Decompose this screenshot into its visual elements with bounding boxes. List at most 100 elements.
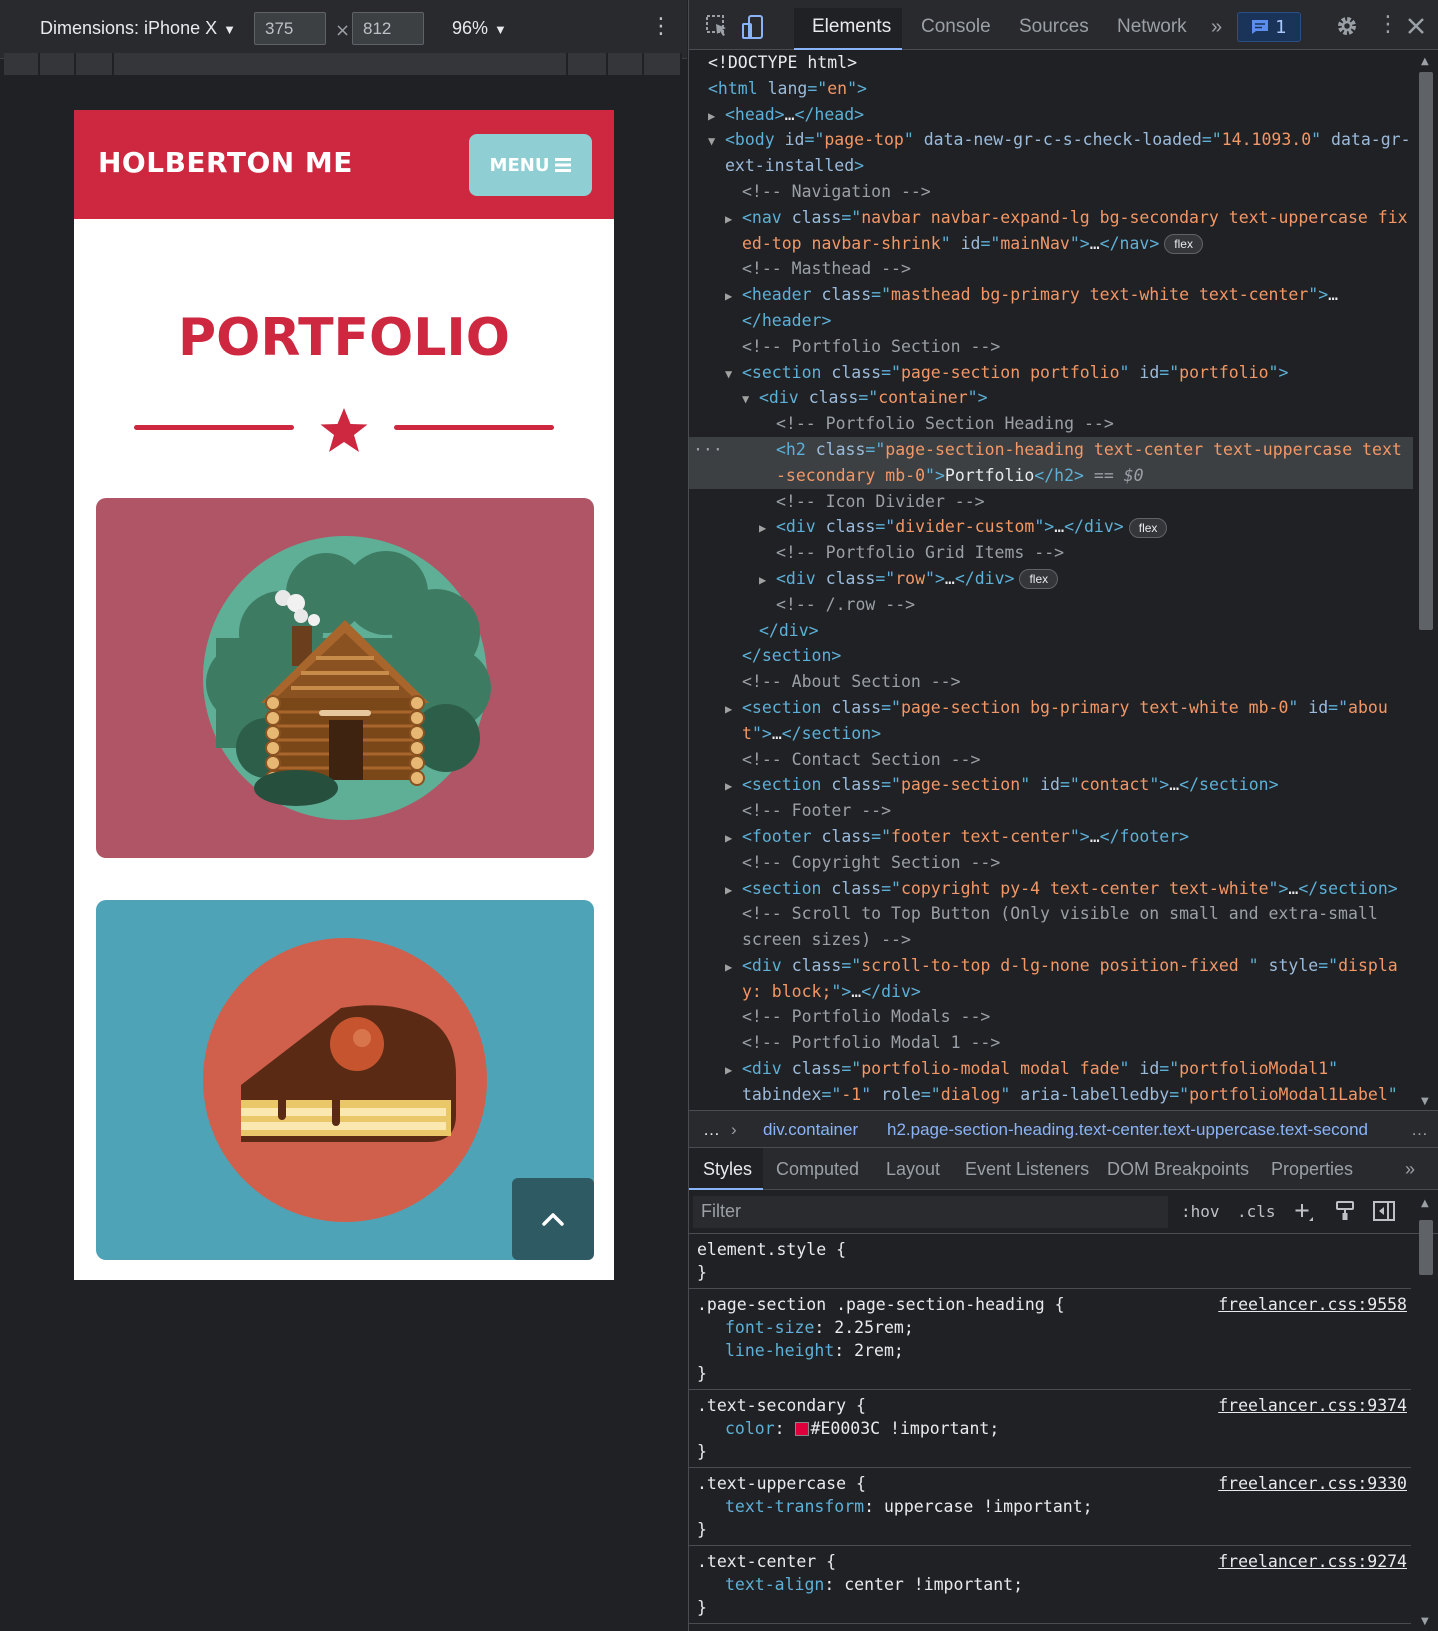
site-brand[interactable]: HOLBERTON ME (98, 146, 353, 179)
expand-arrow-icon[interactable]: ▶ (725, 697, 742, 723)
zoom-select[interactable]: 96% ▼ (452, 18, 507, 39)
css-rule[interactable]: .text-center {freelancer.css:9274 text-al… (689, 1546, 1411, 1624)
expand-arrow-icon[interactable]: ▶ (708, 104, 725, 130)
dom-node-line[interactable]: t">…</section> (689, 721, 1413, 747)
scroll-up-icon[interactable]: ▲ (1421, 56, 1429, 67)
css-source-link[interactable]: freelancer.css:9274 (1218, 1550, 1407, 1573)
device-select[interactable]: Dimensions: iPhone X ▼ (40, 18, 236, 39)
css-source-link[interactable]: freelancer.css:9330 (1218, 1472, 1407, 1495)
dom-node-line[interactable]: ▶ <div class="portfolio-modal modal fade"… (689, 1056, 1413, 1082)
hov-toggle[interactable]: :hov (1181, 1202, 1220, 1221)
dom-node-line[interactable]: <!-- /.row --> (689, 592, 1413, 618)
dom-node-line[interactable]: screen sizes) --> (689, 927, 1413, 953)
expand-arrow-icon[interactable]: ▶ (725, 284, 742, 310)
close-icon[interactable] (1407, 17, 1425, 35)
expand-arrow-icon[interactable]: ▶ (725, 207, 742, 233)
css-property-value[interactable]: uppercase !important; (884, 1497, 1093, 1516)
customize-menu-icon[interactable]: ⋮ (1377, 12, 1399, 37)
expand-arrow-open-icon[interactable]: ▼ (708, 129, 725, 155)
styles-scrollbar[interactable]: ▲ ▼ (1416, 1192, 1436, 1631)
tab-event-listeners[interactable]: Event Listeners (965, 1159, 1089, 1180)
tab-network[interactable]: Network (1117, 16, 1187, 38)
css-property-value[interactable]: #E0003C !important; (811, 1419, 1000, 1438)
inspect-element-icon[interactable] (705, 14, 729, 38)
dom-node-line[interactable]: ▶ <section class="page-section" id="conta… (689, 772, 1413, 798)
more-options-icon[interactable]: ⋮ (650, 16, 672, 38)
styles-filter-input[interactable]: Filter (693, 1196, 1168, 1228)
media-query-bar[interactable] (4, 53, 40, 75)
dom-node-line[interactable]: </section> (689, 643, 1413, 669)
css-property-value[interactable]: 2.25rem; (834, 1318, 913, 1337)
dom-node-line[interactable]: <!-- Contact Section --> (689, 747, 1413, 773)
dom-node-line[interactable]: <!-- Masthead --> (689, 256, 1413, 282)
dom-node-line[interactable]: <!-- Portfolio Section Heading --> (689, 411, 1413, 437)
expand-arrow-icon[interactable]: ▶ (725, 878, 742, 904)
dom-node-line[interactable]: ▶ <section class="page-section bg-primary… (689, 695, 1413, 721)
dom-node-line[interactable]: ▶ <div class="row">…</div> flex (689, 566, 1413, 592)
dom-node-line[interactable]: ext-installed> (689, 153, 1413, 179)
css-property-name[interactable]: text-transform (725, 1497, 864, 1516)
dom-node-line[interactable]: <!-- Portfolio Section --> (689, 334, 1413, 360)
dom-node-line[interactable]: ▶ <nav class="navbar navbar-expand-lg bg-… (689, 205, 1413, 231)
css-property-value[interactable]: center !important; (844, 1575, 1023, 1594)
dom-node-line[interactable]: <!-- About Section --> (689, 669, 1413, 695)
dom-node-selected[interactable]: -secondary mb-0">Portfolio</h2> == $0 (689, 462, 1413, 489)
dom-node-line[interactable]: tabindex="-1" role="dialog" aria-labelle… (689, 1082, 1413, 1108)
css-property-value[interactable]: 2rem; (854, 1341, 904, 1360)
dom-node-line[interactable]: ▶ <footer class="footer text-center">…</f… (689, 824, 1413, 850)
css-property-name[interactable]: text-align (725, 1575, 824, 1594)
dom-node-line[interactable]: ▶ <div class="scroll-to-top d-lg-none pos… (689, 953, 1413, 979)
css-source-link[interactable]: freelancer.css:9558 (1218, 1293, 1407, 1316)
dom-node-line[interactable]: </div> (689, 618, 1413, 644)
dom-node-line[interactable]: <html lang="en"> (689, 76, 1413, 102)
dom-node-line[interactable]: <!-- Copyright Section --> (689, 850, 1413, 876)
dom-node-line[interactable]: ▶ <header class="masthead bg-primary text… (689, 282, 1413, 308)
device-toolbar-icon[interactable] (741, 14, 765, 40)
tab-dom-breakpoints[interactable]: DOM Breakpoints (1107, 1159, 1249, 1180)
more-style-tabs-icon[interactable]: » (1405, 1159, 1415, 1180)
dom-node-line[interactable]: <!-- Navigation --> (689, 179, 1413, 205)
dom-node-line[interactable]: ▼ <section class="page-section portfolio"… (689, 360, 1413, 386)
height-input[interactable]: 812 (352, 12, 424, 45)
dom-tree[interactable]: <!DOCTYPE html> <html lang="en"> ▶ <head>…<… (689, 50, 1413, 1110)
css-source-link[interactable]: freelancer.css:9374 (1218, 1394, 1407, 1417)
dom-node-line[interactable]: <!-- Portfolio Modal 1 --> (689, 1030, 1413, 1056)
css-rule[interactable]: .page-section .page-section-heading {fre… (689, 1289, 1411, 1390)
breadcrumb-div-container[interactable]: div.container (763, 1120, 858, 1140)
dom-tree-scrollbar[interactable]: ▲ ▼ (1416, 54, 1436, 1114)
css-declaration[interactable]: text-align: center !important; (697, 1573, 1403, 1596)
css-declaration[interactable]: text-transform: uppercase !important; (697, 1495, 1403, 1518)
dom-node-line[interactable]: <!-- Icon Divider --> (689, 489, 1413, 515)
tab-styles[interactable]: Styles (703, 1159, 752, 1180)
css-declaration[interactable]: font-size: 2.25rem; (697, 1316, 1403, 1339)
dom-node-line[interactable]: ▼ <body id="page-top" data-new-gr-c-s-che… (689, 127, 1413, 153)
new-rule-icon[interactable] (1293, 1201, 1315, 1223)
breadcrumb-overflow[interactable]: … (703, 1120, 720, 1140)
dom-node-line[interactable]: <!-- Footer --> (689, 798, 1413, 824)
media-query-bar[interactable] (40, 53, 76, 75)
expand-arrow-open-icon[interactable]: ▼ (742, 387, 759, 413)
more-tabs-icon[interactable]: » (1211, 16, 1222, 39)
expand-arrow-icon[interactable]: ▶ (759, 516, 776, 542)
css-property-name[interactable]: line-height (725, 1341, 834, 1360)
expand-arrow-icon[interactable]: ▶ (725, 774, 742, 800)
css-selector[interactable]: element.style { (697, 1238, 1403, 1261)
media-query-bar[interactable] (76, 53, 114, 75)
node-actions-icon[interactable]: ··· (693, 437, 723, 463)
tab-sources[interactable]: Sources (1019, 16, 1089, 38)
tab-properties[interactable]: Properties (1271, 1159, 1353, 1180)
breadcrumb-overflow-end[interactable]: … (1411, 1120, 1428, 1140)
scroll-thumb[interactable] (1419, 1220, 1433, 1275)
gear-icon[interactable] (1335, 14, 1359, 38)
css-rule[interactable]: .text-uppercase {freelancer.css:9330 text… (689, 1468, 1411, 1546)
dom-node-line[interactable]: <!-- Scroll to Top Button (Only visible … (689, 901, 1413, 927)
color-swatch-icon[interactable] (794, 1422, 809, 1436)
tab-computed[interactable]: Computed (776, 1159, 859, 1180)
dom-node-line[interactable]: ▼ <div class="container"> (689, 385, 1413, 411)
css-declaration[interactable]: line-height: 2rem; (697, 1339, 1403, 1362)
css-property-name[interactable]: font-size (725, 1318, 814, 1337)
menu-button[interactable]: MENU (469, 134, 592, 196)
breadcrumb-h2[interactable]: h2.page-section-heading.text-center.text… (887, 1120, 1368, 1140)
dom-node-line[interactable]: <!-- Portfolio Grid Items --> (689, 540, 1413, 566)
dom-node-line[interactable]: </header> (689, 308, 1413, 334)
